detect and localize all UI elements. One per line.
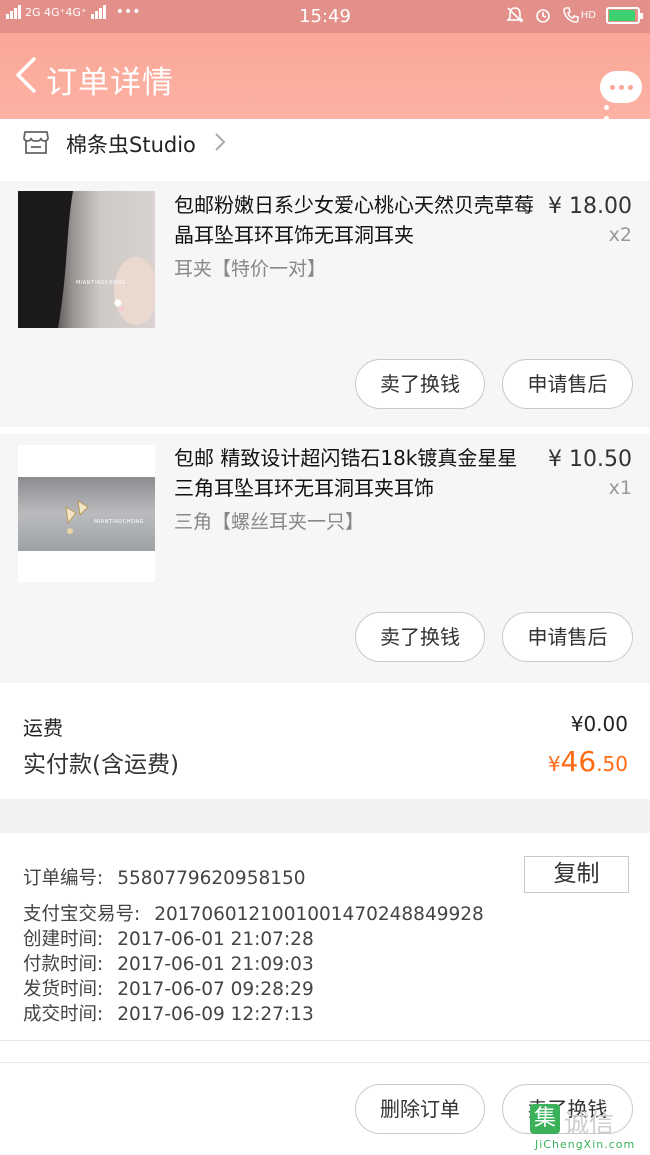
battery-icon [606,6,643,24]
page-title: 订单详情 [46,65,174,101]
after-sale-button[interactable]: 申请售后 [502,359,633,409]
alipay-trade-row: 支付宝交易号: 2017060121001001470248849928 [23,900,484,926]
paid-integer: 46 [560,745,597,778]
paid-amount: ¥46.50 [548,745,628,778]
app-header: 订单详情 [0,33,650,121]
order-number[interactable]: 558077962095815​0 [117,868,305,889]
resell-button[interactable]: 卖了换钱 [355,612,485,662]
shipping-value: ¥0.00 [570,712,628,736]
brand-watermark: MIANTIAOCHONG [94,519,145,525]
completed-time-row: 成交时间: 2017-06-09 12:27:13 [23,1000,314,1026]
watermark-url: JiChengXin.com [535,1138,636,1151]
brand-watermark: MIANTIAOCHONG [76,280,127,286]
copy-button[interactable]: 复制 [524,856,629,893]
product-quantity: x1 [608,477,632,499]
created-time-row: 创建时间: 2017-06-01 21:07:28 [23,925,314,951]
shop-icon [23,131,49,154]
hd-label: HD [580,9,596,21]
product-thumbnail[interactable]: MIANTIAOCHONG [18,191,155,328]
bell-muted-icon [505,7,524,23]
shipping-label: 运费 [23,716,63,740]
status-icons: HD [505,6,643,24]
product-sku: 耳夹【特价一对】 [174,258,327,280]
product-title[interactable]: 包邮 精致设计超闪锆石18k镀真金星星三角耳坠耳环无耳洞耳夹耳饰 [174,443,534,503]
watermark-logo: 集 [530,1104,560,1134]
info-key: 支付宝交易号: [23,904,141,925]
alipay-trade-number: 2017060121001001470248849928 [154,904,484,925]
product-price: ¥ 18.00 [548,194,632,219]
info-value: 2017-06-09 12:27:13 [117,1004,314,1025]
call-hd-indicator: HD [562,6,596,24]
site-watermark: 集 诚信 JiChengXin.com [530,1104,648,1154]
shop-row[interactable]: 棉条虫Studio [0,119,650,181]
product-thumbnail[interactable]: MIANTIAOCHONG [18,445,155,582]
alarm-icon [535,9,550,23]
info-value: 2017-06-01 21:09:03 [117,954,314,975]
divider [0,1062,650,1063]
order-totals: 运费 ¥0.00 实付款(含运费) ¥46.50 [0,683,650,799]
section-divider [0,799,650,833]
status-bar: 2G 4G⁺4G⁺ ••• 15:49 HD [0,0,650,33]
back-icon[interactable] [12,55,40,95]
info-key: 发货时间: [23,979,104,1000]
info-key: 付款时间: [23,954,104,975]
order-number-row: 订单编号: 558077962095815​0 [23,864,306,890]
phone-icon [563,7,579,23]
paid-label: 实付款(含运费) [23,752,179,778]
paid-currency: ¥ [547,752,561,776]
earring-photo [18,191,155,328]
product-quantity: x2 [608,224,632,246]
info-value: 2017-06-07 09:28:29 [117,979,314,1000]
info-value: 2017-06-01 21:07:28 [117,929,314,950]
after-sale-button[interactable]: 申请售后 [502,612,633,662]
product-price: ¥ 10.50 [548,447,632,472]
info-key: 创建时间: [23,929,104,950]
watermark-word: 诚信 [564,1109,615,1138]
info-key: 成交时间: [23,1004,104,1025]
product-title[interactable]: 包邮粉嫩日系少女爱心桃心天然贝壳草莓晶耳坠耳环耳饰无耳洞耳夹 [174,190,534,250]
product-sku: 三角【螺丝耳夹一只】 [174,511,365,533]
info-key: 订单编号: [23,868,104,889]
chevron-right-icon [215,133,226,151]
message-icon[interactable] [600,71,642,103]
shipped-time-row: 发货时间: 2017-06-07 09:28:29 [23,975,314,1001]
order-item[interactable]: MIANTIAOCHONG 包邮粉嫩日系少女爱心桃心天然贝壳草莓晶耳坠耳环耳饰无… [0,181,650,427]
delete-order-button[interactable]: 删除订单 [355,1084,485,1134]
divider [0,1040,650,1041]
resell-button[interactable]: 卖了换钱 [355,359,485,409]
paid-decimal: .50 [596,752,628,776]
order-item[interactable]: MIANTIAOCHONG 包邮 精致设计超闪锆石18k镀真金星星三角耳坠耳环无… [0,434,650,683]
paid-time-row: 付款时间: 2017-06-01 21:09:03 [23,950,314,976]
earring-photo [65,500,89,534]
shop-name[interactable]: 棉条虫Studio [66,129,196,159]
